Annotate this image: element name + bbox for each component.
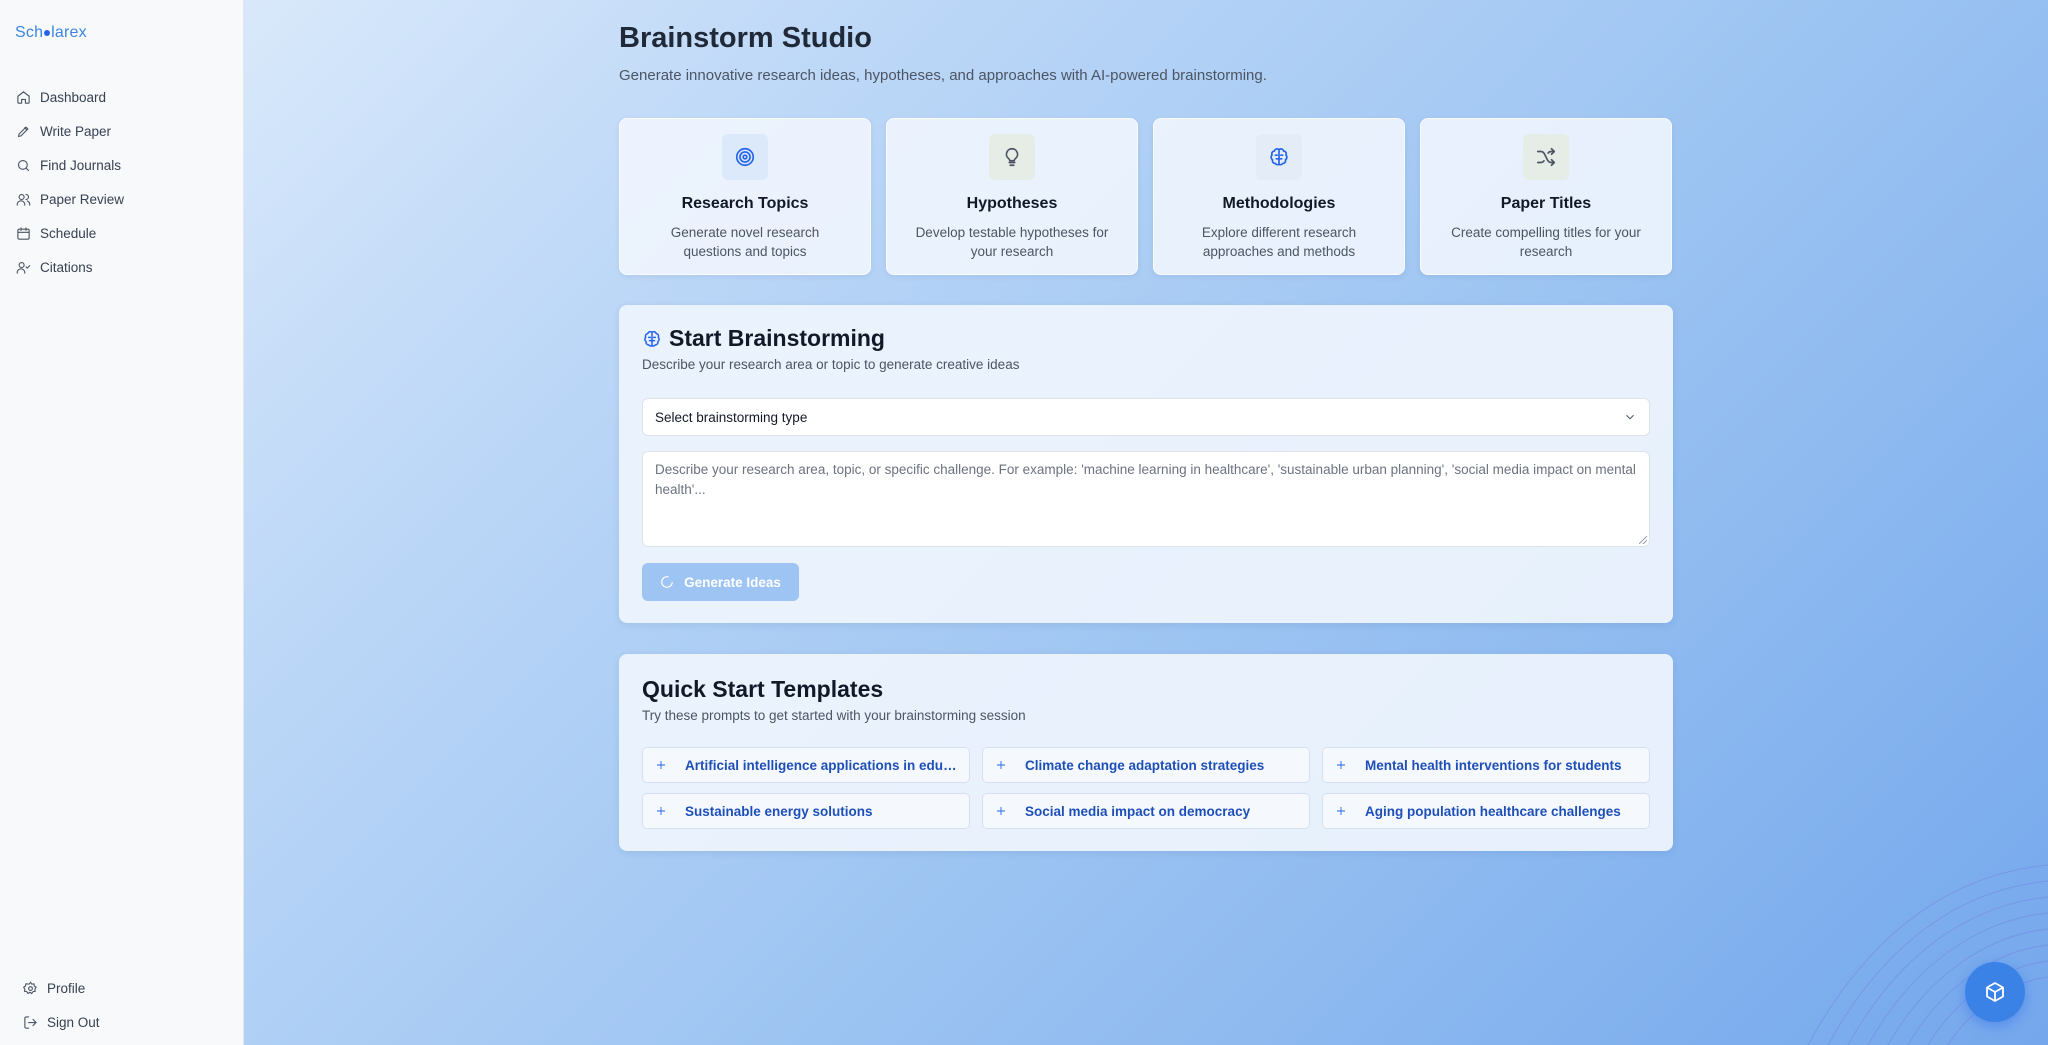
feature-description: Develop testable hypotheses for your res… [915, 225, 1109, 259]
feature-description: Generate novel research questions and to… [670, 225, 820, 259]
generate-ideas-button[interactable]: Generate Ideas [642, 563, 799, 601]
feature-title: Research Topics [681, 195, 809, 212]
feature-icon-box [989, 134, 1035, 180]
search-icon [17, 159, 30, 171]
brain-icon [1270, 148, 1288, 166]
template-button[interactable]: Mental health interventions for students [1322, 747, 1650, 783]
templates-subtitle: Try these prompts to get started with yo… [642, 708, 1026, 723]
brainstorm-type-select[interactable]: Select brainstorming type [642, 398, 1650, 436]
feature-title: Paper Titles [1500, 195, 1592, 212]
brain-icon [644, 330, 660, 347]
user-check-icon [16, 261, 31, 274]
sidebar: Sch larex Dashboard Write Paper Find Jour… [0, 0, 244, 1045]
template-button[interactable]: Climate change adaptation strategies [982, 747, 1310, 783]
assistant-fab-button[interactable] [1965, 962, 2025, 1022]
template-list: Artificial intelligence applications in … [642, 747, 1650, 829]
template-label: Artificial intelligence applications in … [685, 757, 957, 773]
sidebar-item-write-paper[interactable]: Write Paper [0, 114, 243, 148]
sidebar-item-label: Dashboard [40, 89, 107, 105]
brainstorm-title: Start Brainstorming [642, 325, 885, 352]
users-icon [16, 193, 31, 206]
plus-icon [657, 807, 665, 815]
sidebar-item-sign-out[interactable]: Sign Out [0, 1005, 243, 1039]
home-icon [17, 90, 30, 104]
feature-card-hypotheses[interactable]: Hypotheses Develop testable hypotheses f… [886, 118, 1138, 275]
template-label: Climate change adaptation strategies [1025, 757, 1265, 773]
page-title: Brainstorm Studio [619, 22, 872, 54]
brainstorm-title-text: Start Brainstorming [669, 325, 885, 351]
feature-card-research-topics[interactable]: Research Topics Generate novel research … [619, 118, 871, 275]
shuffle-icon [1536, 147, 1556, 167]
feature-card-paper-titles[interactable]: Paper Titles Create compelling titles fo… [1420, 118, 1672, 275]
feature-title: Methodologies [1222, 195, 1336, 212]
sidebar-item-label: Find Journals [40, 157, 122, 173]
sidebar-item-paper-review[interactable]: Paper Review [0, 182, 243, 216]
generate-ideas-label: Generate Ideas [684, 574, 781, 590]
chevron-down-icon [1626, 414, 1634, 420]
cube-icon [1986, 981, 2004, 1003]
feature-description: Create compelling titles for your resear… [1451, 225, 1641, 259]
sidebar-item-label: Sign Out [47, 1014, 100, 1030]
template-button[interactable]: Aging population healthcare challenges [1322, 793, 1650, 829]
pen-icon [17, 126, 29, 137]
logo-text-prefix: Sch [15, 24, 44, 41]
plus-icon [657, 761, 665, 769]
template-label: Social media impact on democracy [1025, 803, 1251, 819]
template-label: Mental health interventions for students [1365, 757, 1622, 773]
sidebar-item-find-journals[interactable]: Find Journals [0, 148, 243, 182]
sidebar-item-label: Paper Review [40, 191, 125, 207]
sidebar-item-schedule[interactable]: Schedule [0, 216, 243, 250]
feature-cards: Research Topics Generate novel research … [619, 118, 1673, 275]
logout-icon [24, 1015, 37, 1029]
plus-icon [1337, 761, 1345, 769]
loader-icon [661, 576, 673, 588]
template-label: Aging population healthcare challenges [1365, 803, 1621, 819]
plus-icon [997, 807, 1005, 815]
sidebar-item-label: Citations [40, 259, 93, 275]
templates-card: Quick Start Templates Try these prompts … [619, 654, 1673, 851]
sidebar-item-label: Profile [47, 980, 86, 996]
feature-description: Explore different research approaches an… [1201, 225, 1357, 259]
research-topic-textarea[interactable]: Describe your research area, topic, or s… [642, 451, 1650, 547]
select-value: Select brainstorming type [655, 409, 808, 425]
template-button[interactable]: Sustainable energy solutions [642, 793, 970, 829]
feature-card-methodologies[interactable]: Methodologies Explore different research… [1153, 118, 1405, 275]
resize-handle[interactable] [1639, 536, 1647, 544]
sidebar-nav: Dashboard Write Paper Find Journals Pape… [0, 80, 243, 284]
sidebar-item-label: Schedule [40, 225, 97, 241]
textarea-placeholder: Describe your research area, topic, or s… [655, 462, 1636, 497]
sidebar-item-label: Write Paper [40, 123, 112, 139]
lightbulb-icon [1005, 147, 1019, 167]
templates-title: Quick Start Templates [642, 676, 884, 702]
page-subtitle: Generate innovative research ideas, hypo… [619, 67, 1267, 84]
target-icon [735, 147, 755, 167]
feature-icon-box [722, 134, 768, 180]
app-logo[interactable]: Sch larex [15, 24, 87, 42]
template-button[interactable]: Artificial intelligence applications in … [642, 747, 970, 783]
feature-icon-box [1523, 134, 1569, 180]
calendar-icon [17, 226, 30, 240]
logo-text-suffix: larex [51, 24, 87, 41]
plus-icon [1337, 807, 1345, 815]
sidebar-item-citations[interactable]: Citations [0, 250, 243, 284]
gear-icon [23, 981, 37, 994]
template-label: Sustainable energy solutions [685, 803, 873, 819]
sidebar-footer: Profile Sign Out [0, 971, 243, 1045]
feature-icon-box [1256, 134, 1302, 180]
template-button[interactable]: Social media impact on democracy [982, 793, 1310, 829]
feature-title: Hypotheses [966, 195, 1058, 212]
sidebar-item-profile[interactable]: Profile [0, 971, 243, 1005]
brainstorm-subtitle: Describe your research area or topic to … [642, 357, 1020, 372]
brainstorm-card: Start Brainstorming Describe your resear… [619, 305, 1673, 623]
logo-dot [44, 30, 51, 36]
sidebar-item-dashboard[interactable]: Dashboard [0, 80, 243, 114]
plus-icon [997, 761, 1005, 769]
